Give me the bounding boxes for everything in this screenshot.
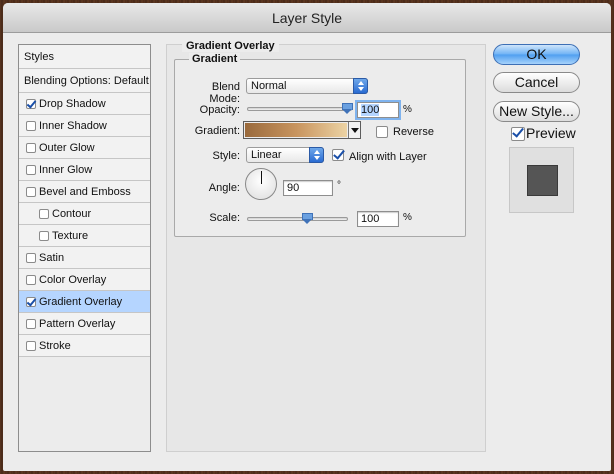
align-with-layer-checkbox[interactable] — [332, 149, 344, 161]
gradient-picker[interactable] — [243, 121, 361, 139]
new-style-button[interactable]: New Style... — [493, 101, 580, 122]
style-item-blending-options-default[interactable]: Blending Options: Default — [19, 69, 150, 93]
style-item-label: Gradient Overlay — [39, 296, 123, 308]
style-item-satin[interactable]: Satin — [19, 247, 150, 269]
scale-label: Scale: — [209, 212, 240, 224]
select-arrows-icon — [309, 147, 324, 163]
gradient-label: Gradient: — [194, 125, 240, 137]
style-checkbox[interactable] — [39, 209, 49, 219]
style-select[interactable]: Linear — [246, 147, 324, 163]
style-item-color-overlay[interactable]: Color Overlay — [19, 269, 150, 291]
style-item-stroke[interactable]: Stroke — [19, 335, 150, 357]
style-item-label: Bevel and Emboss — [39, 186, 131, 198]
ok-button[interactable]: OK — [493, 44, 580, 65]
style-item-texture[interactable]: Texture — [19, 225, 150, 247]
scale-slider-thumb[interactable] — [302, 213, 313, 224]
select-arrows-icon — [353, 78, 368, 94]
preview-swatch — [527, 165, 558, 196]
gradient-swatch[interactable] — [245, 123, 347, 137]
opacity-label: Opacity: — [199, 104, 240, 116]
group-title: Gradient — [189, 53, 241, 65]
align-with-layer-label: Align with Layer — [349, 151, 427, 163]
style-checkbox[interactable] — [26, 297, 36, 307]
style-item-label: Drop Shadow — [39, 98, 106, 110]
styles-list: Styles Blending Options: Default Drop Shad… — [18, 44, 151, 452]
blend-mode-select[interactable]: Normal — [246, 78, 368, 94]
style-item-label: Contour — [52, 208, 92, 220]
style-item-label: Color Overlay — [39, 274, 107, 286]
angle-value: 90 — [287, 182, 300, 194]
style-item-inner-glow[interactable]: Inner Glow — [19, 159, 150, 181]
style-item-drop-shadow[interactable]: Drop Shadow — [19, 93, 150, 115]
scale-input[interactable]: 100 — [357, 211, 399, 227]
angle-input[interactable]: 90 — [283, 180, 333, 196]
style-label: Style: — [212, 150, 240, 162]
opacity-input[interactable]: 100 — [357, 102, 399, 118]
blend-mode-label: Blend Mode: — [209, 81, 240, 105]
style-item-label: Blending Options: Default — [24, 75, 149, 87]
style-checkbox[interactable] — [39, 231, 49, 241]
style-item-styles[interactable]: Styles — [19, 45, 150, 69]
opacity-value: 100 — [361, 104, 380, 116]
reverse-checkbox[interactable] — [376, 126, 388, 138]
style-item-label: Inner Shadow — [39, 120, 107, 132]
blend-mode-value: Normal — [251, 80, 287, 92]
opacity-unit: % — [403, 104, 412, 115]
style-item-label: Styles — [24, 51, 54, 63]
style-item-pattern-overlay[interactable]: Pattern Overlay — [19, 313, 150, 335]
style-checkbox[interactable] — [26, 121, 36, 131]
style-checkbox[interactable] — [26, 187, 36, 197]
scale-slider[interactable] — [247, 213, 348, 224]
style-item-label: Inner Glow — [39, 164, 93, 176]
section-title: Gradient Overlay — [182, 40, 279, 52]
angle-dial[interactable] — [245, 168, 277, 200]
window-title: Layer Style — [3, 3, 611, 33]
scale-value: 100 — [361, 213, 380, 225]
opacity-slider[interactable] — [247, 103, 353, 114]
scale-unit: % — [403, 212, 412, 223]
style-item-inner-shadow[interactable]: Inner Shadow — [19, 115, 150, 137]
style-item-outer-glow[interactable]: Outer Glow — [19, 137, 150, 159]
style-item-gradient-overlay[interactable]: Gradient Overlay — [19, 291, 150, 313]
style-item-label: Pattern Overlay — [39, 318, 116, 330]
preview-checkbox[interactable] — [511, 127, 525, 141]
style-item-label: Stroke — [39, 340, 71, 352]
style-checkbox[interactable] — [26, 341, 36, 351]
style-value: Linear — [251, 149, 282, 161]
preview-thumbnail — [509, 147, 574, 213]
preview-label: Preview — [526, 125, 576, 141]
opacity-slider-thumb[interactable] — [342, 103, 353, 114]
cancel-button[interactable]: Cancel — [493, 72, 580, 93]
style-item-contour[interactable]: Contour — [19, 203, 150, 225]
style-checkbox[interactable] — [26, 165, 36, 175]
style-checkbox[interactable] — [26, 275, 36, 285]
style-checkbox[interactable] — [26, 253, 36, 263]
style-item-bevel-and-emboss[interactable]: Bevel and Emboss — [19, 181, 150, 203]
style-item-label: Texture — [52, 230, 89, 242]
angle-label: Angle: — [208, 182, 240, 194]
style-checkbox[interactable] — [26, 143, 36, 153]
angle-unit: ° — [337, 180, 341, 191]
style-item-label: Outer Glow — [39, 142, 95, 154]
style-checkbox[interactable] — [26, 319, 36, 329]
gradient-dropdown-icon[interactable] — [348, 122, 360, 138]
reverse-label: Reverse — [393, 126, 434, 138]
style-item-label: Satin — [39, 252, 65, 264]
style-checkbox[interactable] — [26, 99, 36, 109]
